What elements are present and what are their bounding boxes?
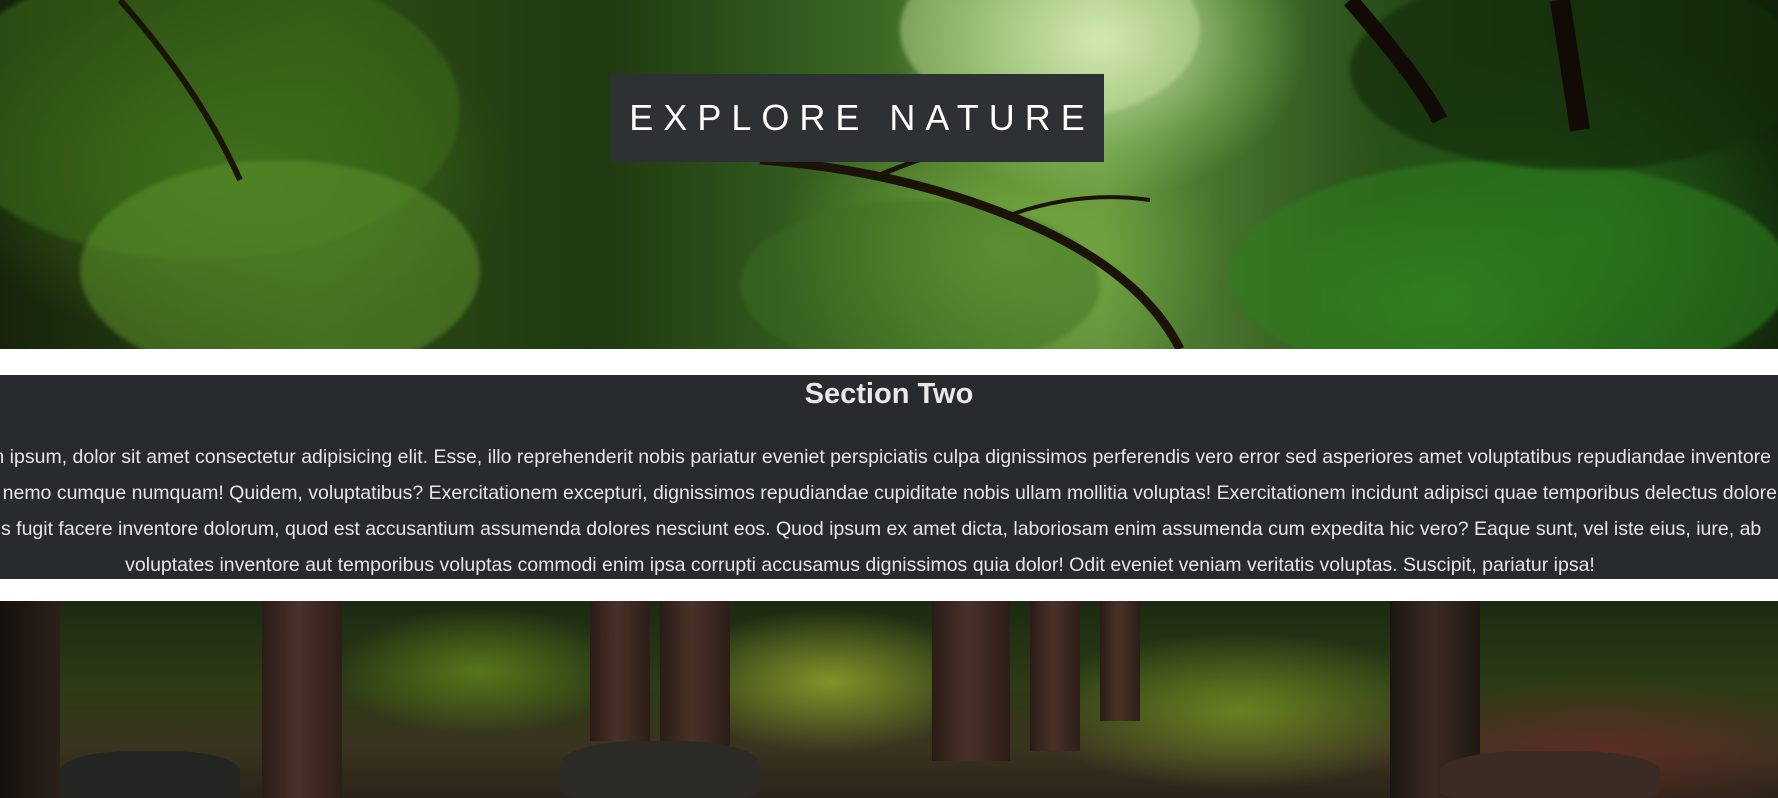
section-body-text: Lorem ipsum, dolor sit amet consectetur …	[0, 446, 1777, 576]
tree-branches-graphic	[117, 0, 1590, 349]
section-heading: Section Two	[804, 378, 974, 410]
hero-title-box: EXPLORE NATURE	[610, 74, 1104, 162]
forest-floor-image	[0, 601, 1778, 798]
page: EXPLORE NATURE Section Two Lorem ipsum, …	[0, 0, 1778, 798]
hero-forest-image: EXPLORE NATURE	[0, 0, 1778, 349]
hero-title: EXPLORE NATURE	[629, 97, 1095, 138]
section-two: Section Two Lorem ipsum, dolor sit amet …	[0, 375, 1778, 579]
